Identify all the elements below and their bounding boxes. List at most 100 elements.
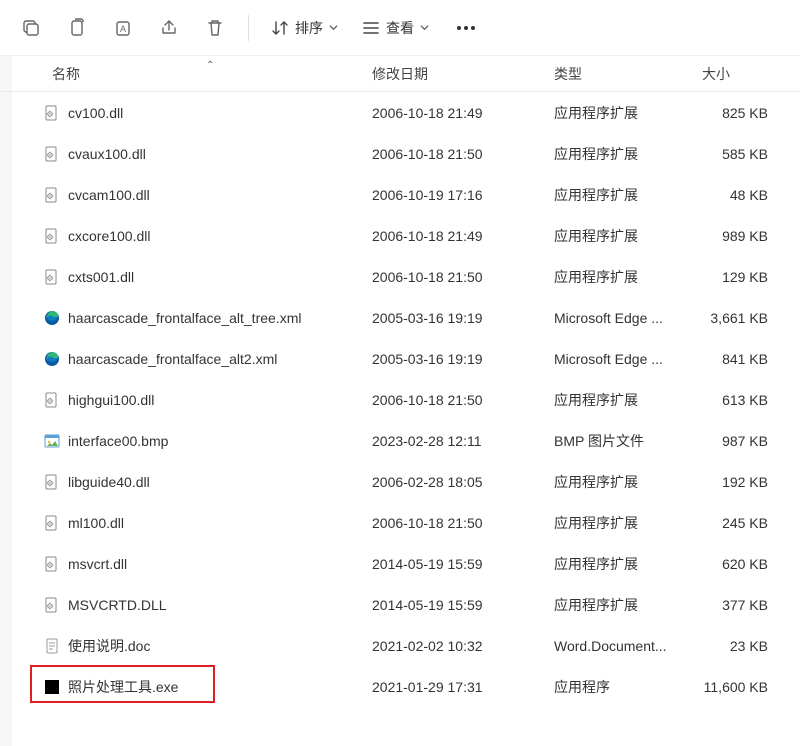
header-size-label: 大小 [702, 64, 730, 84]
file-icon-bmp [44, 433, 60, 449]
new-item-button[interactable] [10, 7, 52, 49]
left-scrollbar[interactable] [0, 56, 12, 746]
file-name: cvcam100.dll [68, 187, 150, 203]
file-name-cell: cxcore100.dll [40, 228, 360, 244]
svg-text:A: A [120, 24, 126, 34]
paste-button[interactable]: A [102, 7, 144, 49]
file-modified: 2014-05-19 15:59 [360, 597, 542, 613]
file-icon-dll [44, 597, 60, 613]
file-row[interactable]: haarcascade_frontalface_alt_tree.xml2005… [0, 297, 800, 338]
file-row[interactable]: ml100.dll2006-10-18 21:50应用程序扩展245 KB [0, 502, 800, 543]
file-row[interactable]: highgui100.dll2006-10-18 21:50应用程序扩展613 … [0, 379, 800, 420]
file-name: libguide40.dll [68, 474, 150, 490]
file-row[interactable]: 照片处理工具.exe2021-01-29 17:31应用程序11,600 KB [0, 666, 800, 707]
file-type: 应用程序扩展 [542, 472, 690, 492]
file-name: highgui100.dll [68, 392, 154, 408]
file-name-cell: 使用说明.doc [40, 636, 360, 656]
file-type: 应用程序扩展 [542, 554, 690, 574]
sort-dropdown[interactable]: 排序 [261, 7, 348, 49]
file-name-cell: cv100.dll [40, 105, 360, 121]
sort-indicator-icon: ⌃ [206, 60, 214, 71]
file-row[interactable]: haarcascade_frontalface_alt2.xml2005-03-… [0, 338, 800, 379]
file-list: cv100.dll2006-10-18 21:49应用程序扩展825 KBcva… [0, 92, 800, 707]
file-row[interactable]: 使用说明.doc2021-02-02 10:32Word.Document...… [0, 625, 800, 666]
file-icon-dll [44, 146, 60, 162]
file-type: 应用程序扩展 [542, 595, 690, 615]
file-row[interactable]: MSVCRTD.DLL 2014-05-19 15:59应用程序扩展377 KB [0, 584, 800, 625]
header-name-label: 名称 [52, 64, 80, 84]
file-name: cxcore100.dll [68, 228, 151, 244]
file-icon-dll [44, 228, 60, 244]
file-modified: 2021-01-29 17:31 [360, 679, 542, 695]
file-name: MSVCRTD.DLL [68, 597, 167, 613]
file-name-cell: cvaux100.dll [40, 146, 360, 162]
file-name-cell: highgui100.dll [40, 392, 360, 408]
file-row[interactable]: cv100.dll2006-10-18 21:49应用程序扩展825 KB [0, 92, 800, 133]
header-type[interactable]: 类型 [542, 56, 690, 91]
file-row[interactable]: msvcrt.dll2014-05-19 15:59应用程序扩展620 KB [0, 543, 800, 584]
file-row[interactable]: cxcore100.dll 2006-10-18 21:49应用程序扩展989 K… [0, 215, 800, 256]
view-dropdown[interactable]: 查看 [352, 7, 439, 49]
file-size: 377 KB [690, 597, 780, 613]
file-name-cell: 照片处理工具.exe [40, 677, 360, 697]
file-modified: 2021-02-02 10:32 [360, 638, 542, 654]
file-name-cell: MSVCRTD.DLL [40, 597, 360, 613]
header-name[interactable]: 名称 ⌃ [40, 56, 360, 91]
file-modified: 2006-10-18 21:50 [360, 269, 542, 285]
file-size: 129 KB [690, 269, 780, 285]
view-label: 查看 [386, 18, 414, 38]
file-name-cell: libguide40.dll [40, 474, 360, 490]
file-size: 3,661 KB [690, 310, 780, 326]
file-size: 585 KB [690, 146, 780, 162]
file-icon-edge [44, 351, 60, 367]
file-name: haarcascade_frontalface_alt_tree.xml [68, 310, 301, 326]
file-row[interactable]: libguide40.dll 2006-02-28 18:05应用程序扩展192 … [0, 461, 800, 502]
header-type-label: 类型 [554, 64, 582, 84]
file-row[interactable]: interface00.bmp2023-02-28 12:11BMP 图片文件9… [0, 420, 800, 461]
delete-button[interactable] [194, 7, 236, 49]
file-name: cv100.dll [68, 105, 123, 121]
file-type: 应用程序扩展 [542, 390, 690, 410]
file-icon-doc [44, 638, 60, 654]
file-size: 989 KB [690, 228, 780, 244]
file-name: cxts001.dll [68, 269, 134, 285]
file-size: 48 KB [690, 187, 780, 203]
file-name-cell: haarcascade_frontalface_alt2.xml [40, 351, 360, 367]
chevron-down-icon [420, 23, 429, 32]
share-button[interactable] [148, 7, 190, 49]
file-type: 应用程序扩展 [542, 144, 690, 164]
file-type: Microsoft Edge ... [542, 351, 690, 367]
file-row[interactable]: cxts001.dll2006-10-18 21:50应用程序扩展129 KB [0, 256, 800, 297]
sort-icon [271, 19, 289, 37]
header-modified[interactable]: 修改日期 [360, 56, 542, 91]
file-type: Word.Document... [542, 638, 690, 654]
chevron-down-icon [329, 23, 338, 32]
file-modified: 2006-02-28 18:05 [360, 474, 542, 490]
file-row[interactable]: cvaux100.dll2006-10-18 21:50应用程序扩展585 KB [0, 133, 800, 174]
file-type: 应用程序扩展 [542, 185, 690, 205]
toolbar: A 排序 查看 [0, 0, 800, 56]
file-modified: 2014-05-19 15:59 [360, 556, 542, 572]
file-modified: 2006-10-18 21:49 [360, 228, 542, 244]
file-size: 23 KB [690, 638, 780, 654]
file-modified: 2005-03-16 19:19 [360, 351, 542, 367]
file-icon-dll [44, 187, 60, 203]
file-name-cell: haarcascade_frontalface_alt_tree.xml [40, 310, 360, 326]
header-size[interactable]: 大小 [690, 56, 780, 91]
column-headers: 名称 ⌃ 修改日期 类型 大小 [0, 56, 800, 92]
file-name: 照片处理工具.exe [68, 677, 178, 697]
file-row[interactable]: cvcam100.dll2006-10-19 17:16应用程序扩展48 KB [0, 174, 800, 215]
file-size: 841 KB [690, 351, 780, 367]
file-icon-dll [44, 269, 60, 285]
file-size: 192 KB [690, 474, 780, 490]
file-name-cell: cxts001.dll [40, 269, 360, 285]
header-modified-label: 修改日期 [372, 64, 428, 84]
file-modified: 2006-10-18 21:50 [360, 146, 542, 162]
file-type: 应用程序扩展 [542, 226, 690, 246]
file-size: 620 KB [690, 556, 780, 572]
copy-button[interactable] [56, 7, 98, 49]
file-icon-dll [44, 392, 60, 408]
file-modified: 2006-10-18 21:49 [360, 105, 542, 121]
file-size: 825 KB [690, 105, 780, 121]
more-options-button[interactable] [443, 7, 489, 49]
